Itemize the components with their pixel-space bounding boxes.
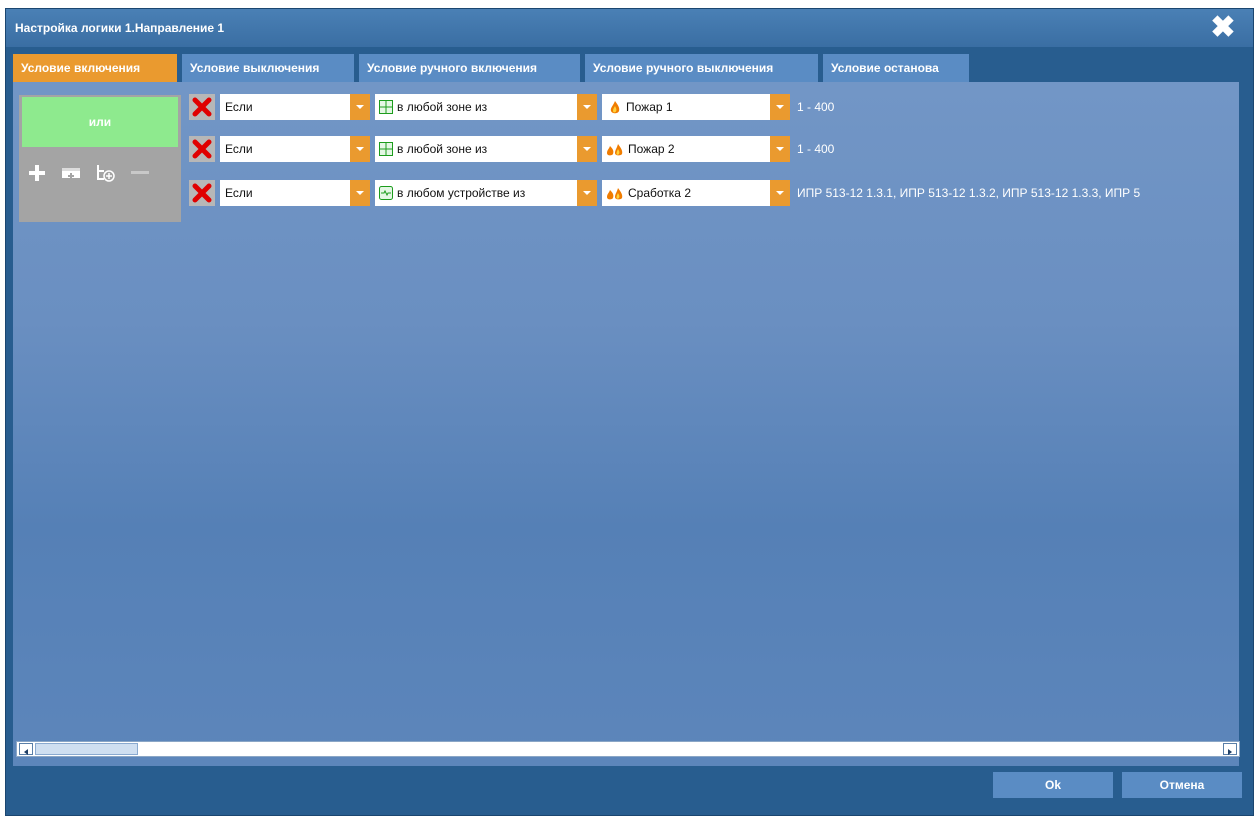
cancel-button[interactable]: Отмена <box>1122 772 1242 798</box>
condition-objects[interactable]: ИПР 513-12 1.3.1, ИПР 513-12 1.3.2, ИПР … <box>797 180 1140 206</box>
scrollbar-thumb[interactable] <box>35 743 138 755</box>
state-select[interactable]: Пожар 2 <box>602 136 790 162</box>
delete-condition-button[interactable] <box>189 136 215 162</box>
delete-condition-button[interactable] <box>189 94 215 120</box>
minus-icon[interactable] <box>127 161 153 185</box>
fire-double-icon <box>607 144 623 156</box>
tab-manual-off-condition[interactable]: Условие ручного выключения <box>585 54 818 82</box>
tab-off-condition[interactable]: Условие выключения <box>182 54 354 82</box>
state-select[interactable]: Пожар 1 <box>602 94 790 120</box>
scroll-right-button[interactable] <box>1223 743 1237 755</box>
scope-select[interactable]: в любой зоне из <box>375 94 597 120</box>
horizontal-scrollbar[interactable] <box>16 741 1240 757</box>
delete-condition-button[interactable] <box>189 180 215 206</box>
zone-grid-icon <box>379 142 393 156</box>
scope-select-value: в любой зоне из <box>397 142 488 156</box>
if-select[interactable]: Если <box>220 180 370 206</box>
tab-stop-condition[interactable]: Условие останова <box>823 54 969 82</box>
if-select-value: Если <box>225 100 253 114</box>
chevron-down-icon[interactable] <box>770 180 790 206</box>
state-select-value: Пожар 2 <box>628 142 675 156</box>
chevron-down-icon[interactable] <box>577 136 597 162</box>
device-icon <box>379 186 393 200</box>
state-select-value: Пожар 1 <box>626 100 673 114</box>
chevron-down-icon[interactable] <box>350 180 370 206</box>
chevron-down-icon[interactable] <box>770 136 790 162</box>
state-select[interactable]: Сработка 2 <box>602 180 790 206</box>
if-select[interactable]: Если <box>220 136 370 162</box>
dialog-title: Настройка логики 1.Направление 1 <box>15 21 225 35</box>
add-subcondition-icon[interactable] <box>93 161 119 185</box>
fire-double-icon <box>607 188 623 200</box>
operator-tools <box>25 161 175 185</box>
operator-or-button[interactable]: или <box>22 97 178 147</box>
tab-manual-on-condition[interactable]: Условие ручного включения <box>359 54 580 82</box>
zone-grid-icon <box>379 100 393 114</box>
if-select-value: Если <box>225 142 253 156</box>
delete-icon <box>192 183 212 203</box>
chevron-down-icon[interactable] <box>350 94 370 120</box>
if-select-value: Если <box>225 186 253 200</box>
title-bar[interactable]: Настройка логики 1.Направление 1 ✖ <box>6 9 1253 47</box>
tab-on-condition[interactable]: Условие включения <box>13 54 177 82</box>
condition-objects[interactable]: 1 - 400 <box>797 136 834 162</box>
operator-block: или <box>19 95 181 222</box>
delete-icon <box>192 97 212 117</box>
if-select[interactable]: Если <box>220 94 370 120</box>
scope-select[interactable]: в любом устройстве из <box>375 180 597 206</box>
chevron-down-icon[interactable] <box>577 94 597 120</box>
ok-button[interactable]: Ok <box>993 772 1113 798</box>
add-block-icon[interactable] <box>59 161 85 185</box>
conditions-panel: или Если в любой зоне из Пожар 1 1 - 400… <box>13 82 1239 766</box>
state-select-value: Сработка 2 <box>628 186 691 200</box>
chevron-down-icon[interactable] <box>577 180 597 206</box>
arrow-right-icon <box>1228 749 1232 755</box>
chevron-down-icon[interactable] <box>770 94 790 120</box>
scroll-left-button[interactable] <box>19 743 33 755</box>
close-icon[interactable]: ✖ <box>1209 13 1237 43</box>
condition-objects[interactable]: 1 - 400 <box>797 94 834 120</box>
fire-icon <box>610 101 620 114</box>
arrow-left-icon <box>24 749 28 755</box>
scope-select-value: в любой зоне из <box>397 100 488 114</box>
plus-icon[interactable] <box>25 161 51 185</box>
scope-select-value: в любом устройстве из <box>397 186 526 200</box>
chevron-down-icon[interactable] <box>350 136 370 162</box>
delete-icon <box>192 139 212 159</box>
scope-select[interactable]: в любой зоне из <box>375 136 597 162</box>
